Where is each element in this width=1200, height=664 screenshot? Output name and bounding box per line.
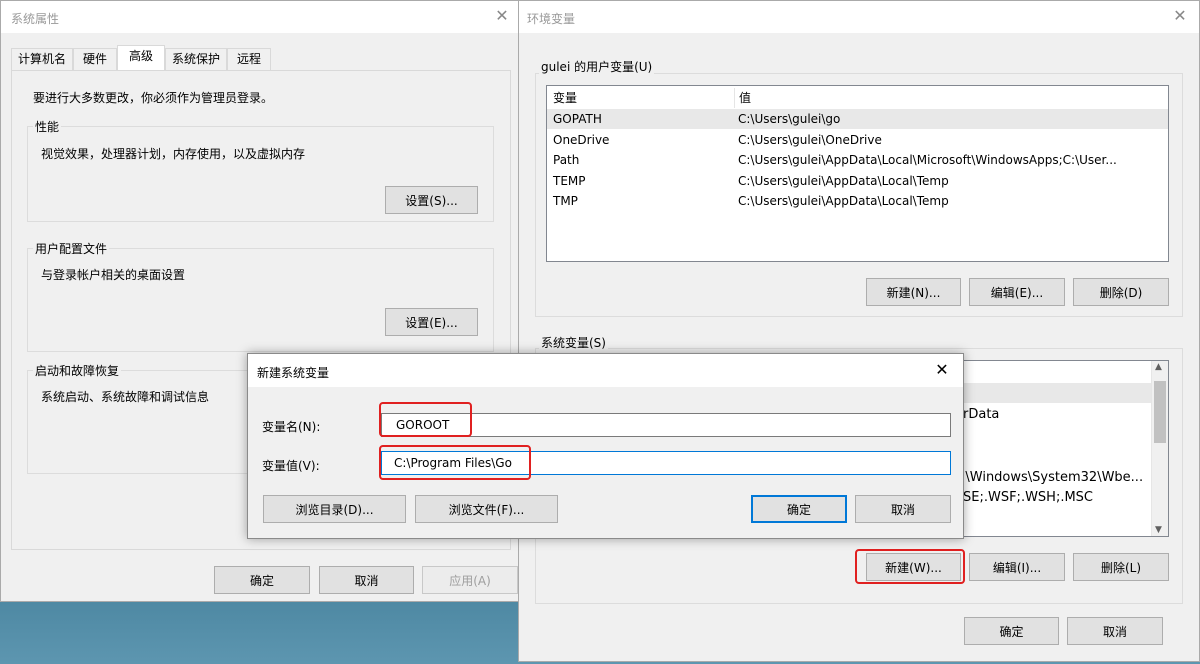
admin-note: 要进行大多数更改，你必须作为管理员登录。 [33,91,274,105]
environment-variables-window: 环境变量 ✕ gulei 的用户变量(U) 变量 值 GOPATH C:\Use… [518,0,1200,662]
list-item[interactable]: OneDrive C:\Users\gulei\OneDrive [547,130,1168,150]
close-icon[interactable]: ✕ [493,7,511,25]
user-variables-list[interactable]: 变量 值 GOPATH C:\Users\gulei\go OneDrive C… [546,85,1169,262]
close-icon[interactable]: ✕ [933,361,951,379]
system-edit-button[interactable]: 编辑(I)... [969,553,1065,581]
column-header-name[interactable]: 变量 [553,88,577,108]
variable-name-input[interactable]: GOROOT [381,413,951,437]
chevron-up-icon[interactable]: ▲ [1155,362,1162,372]
list-item[interactable]: Path C:\Users\gulei\AppData\Local\Micros… [547,150,1168,170]
title-bar: 新建系统变量 ✕ [248,354,963,387]
user-new-button[interactable]: 新建(N)... [866,278,961,306]
user-profiles-group [27,248,494,352]
title-bar: 环境变量 ✕ [519,1,1199,33]
tab-advanced[interactable]: 高级 [117,45,165,71]
title-bar: 系统属性 ✕ [1,1,519,33]
scrollbar[interactable]: ▲ ▼ [1151,361,1168,536]
system-new-button[interactable]: 新建(W)... [866,553,961,581]
browse-directory-button[interactable]: 浏览目录(D)... [263,495,406,523]
tab-remote[interactable]: 远程 [227,48,271,70]
list-item[interactable]: TEMP C:\Users\gulei\AppData\Local\Temp [547,171,1168,191]
user-profiles-settings-button[interactable]: 设置(E)... [385,308,478,336]
list-item[interactable]: TMP C:\Users\gulei\AppData\Local\Temp [547,191,1168,211]
column-header-value[interactable]: 值 [734,88,1168,108]
tab-system-protection[interactable]: 系统保护 [165,48,227,70]
window-title: 系统属性 [11,12,60,26]
apply-button[interactable]: 应用(A) [422,566,518,594]
window-title: 环境变量 [527,12,576,26]
variable-value-input[interactable]: C:\Program Files\Go [381,451,951,475]
ok-button[interactable]: 确定 [751,495,847,523]
browse-file-button[interactable]: 浏览文件(F)... [415,495,558,523]
user-delete-button[interactable]: 删除(D) [1073,278,1169,306]
system-delete-button[interactable]: 删除(L) [1073,553,1169,581]
list-item-fragment: :\Windows\System32\Wbe... [961,470,1144,485]
user-profiles-desc: 与登录帐户相关的桌面设置 [41,268,186,282]
tab-computer-name[interactable]: 计算机名 [11,48,73,70]
list-header: 变量 值 [547,88,1168,108]
new-system-variable-dialog: 新建系统变量 ✕ 变量名(N): GOROOT 变量值(V): C:\Progr… [247,353,964,539]
startup-recovery-desc: 系统启动、系统故障和调试信息 [41,390,210,404]
tab-hardware[interactable]: 硬件 [73,48,117,70]
scrollbar-thumb[interactable] [1154,381,1166,443]
list-item-fragment: rData [963,407,1000,422]
system-variables-label: 系统变量(S) [539,334,608,351]
performance-label: 性能 [33,118,62,135]
user-profiles-label: 用户配置文件 [33,240,110,257]
chevron-down-icon[interactable]: ▼ [1155,525,1162,535]
performance-settings-button[interactable]: 设置(S)... [385,186,478,214]
variable-value-label: 变量值(V): [262,459,320,473]
cancel-button[interactable]: 取消 [855,495,951,523]
cancel-button[interactable]: 取消 [319,566,414,594]
close-icon[interactable]: ✕ [1171,7,1189,25]
ok-button[interactable]: 确定 [964,617,1059,645]
dialog-title: 新建系统变量 [257,366,330,380]
list-item-fragment: SE;.WSF;.WSH;.MSC [963,490,1094,505]
startup-recovery-label: 启动和故障恢复 [33,362,122,379]
cancel-button[interactable]: 取消 [1067,617,1163,645]
user-variables-label: gulei 的用户变量(U) [539,58,655,75]
variable-name-label: 变量名(N): [262,420,321,434]
performance-desc: 视觉效果，处理器计划，内存使用，以及虚拟内存 [41,147,306,161]
ok-button[interactable]: 确定 [214,566,310,594]
list-item[interactable]: GOPATH C:\Users\gulei\go [547,109,1168,129]
user-edit-button[interactable]: 编辑(E)... [969,278,1065,306]
